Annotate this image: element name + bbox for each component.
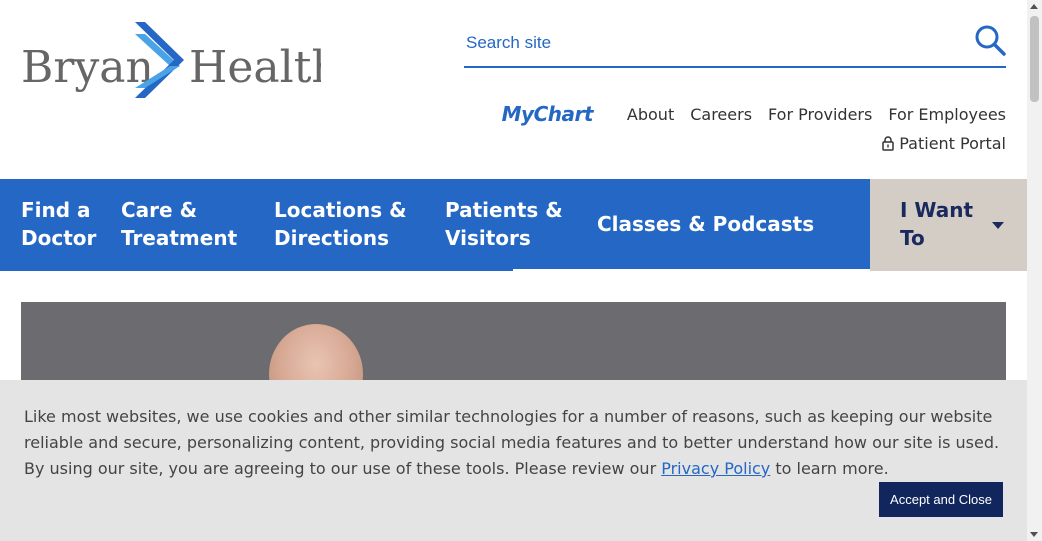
- utility-link-careers[interactable]: Careers: [690, 105, 752, 124]
- cookie-banner: Like most websites, we use cookies and o…: [0, 380, 1027, 541]
- nav-item-care-treatment[interactable]: Care & Treatment: [121, 196, 237, 252]
- nav-item-classes-podcasts[interactable]: Classes & Podcasts: [597, 210, 814, 238]
- cookie-text-after: to learn more.: [770, 459, 889, 478]
- search-icon[interactable]: [974, 24, 1006, 56]
- nav-label-line1: Find a: [21, 198, 91, 222]
- cookie-message: Like most websites, we use cookies and o…: [24, 404, 1004, 482]
- lock-icon: [882, 136, 894, 151]
- nav-item-locations-directions[interactable]: Locations & Directions: [274, 196, 407, 252]
- patient-portal-link[interactable]: Patient Portal: [882, 134, 1006, 153]
- utility-link-for-providers[interactable]: For Providers: [768, 105, 872, 124]
- logo-graphic: Bryan Health: [21, 22, 321, 98]
- caret-down-icon: [992, 222, 1004, 229]
- nav-active-underline: [513, 269, 870, 272]
- nav-label-line1: Care &: [121, 198, 198, 222]
- search-input[interactable]: [464, 28, 948, 58]
- logo-text-right: Health: [189, 42, 321, 93]
- utility-link-for-employees[interactable]: For Employees: [888, 105, 1006, 124]
- nav-label-line2: Doctor: [21, 226, 97, 250]
- nav-label-line1: Locations &: [274, 198, 407, 222]
- scroll-down-arrow-icon[interactable]: [1030, 532, 1038, 537]
- nav-label-line2: Treatment: [121, 226, 238, 250]
- search-bar: [464, 20, 1006, 68]
- page-scrollbar[interactable]: [1027, 0, 1042, 541]
- main-nav: Find a Doctor Care & Treatment Locations…: [0, 179, 870, 271]
- scroll-up-arrow-icon[interactable]: [1030, 4, 1038, 9]
- utility-link-about[interactable]: About: [627, 105, 674, 124]
- mychart-link[interactable]: MyChart: [502, 102, 594, 126]
- accept-and-close-button[interactable]: Accept and Close: [879, 482, 1003, 517]
- i-want-to-dropdown[interactable]: I Want To: [870, 179, 1027, 271]
- i-want-to-line1: I Want: [900, 198, 974, 222]
- nav-label-line1: Patients &: [445, 198, 563, 222]
- nav-label-line2: Directions: [274, 226, 390, 250]
- privacy-policy-link[interactable]: Privacy Policy: [661, 459, 770, 478]
- nav-label-line1: Classes & Podcasts: [597, 212, 815, 236]
- i-want-to-line2: To: [900, 226, 925, 250]
- bryan-health-logo[interactable]: Bryan Health: [21, 20, 321, 98]
- nav-label-line2: Visitors: [445, 226, 531, 250]
- logo-text-left: Bryan: [21, 42, 154, 93]
- nav-item-patients-visitors[interactable]: Patients & Visitors: [445, 196, 563, 252]
- utility-nav: MyChart About Careers For Providers For …: [502, 102, 1006, 126]
- nav-item-find-a-doctor[interactable]: Find a Doctor: [21, 196, 96, 252]
- patient-portal-label: Patient Portal: [899, 134, 1006, 153]
- scroll-thumb[interactable]: [1030, 16, 1039, 102]
